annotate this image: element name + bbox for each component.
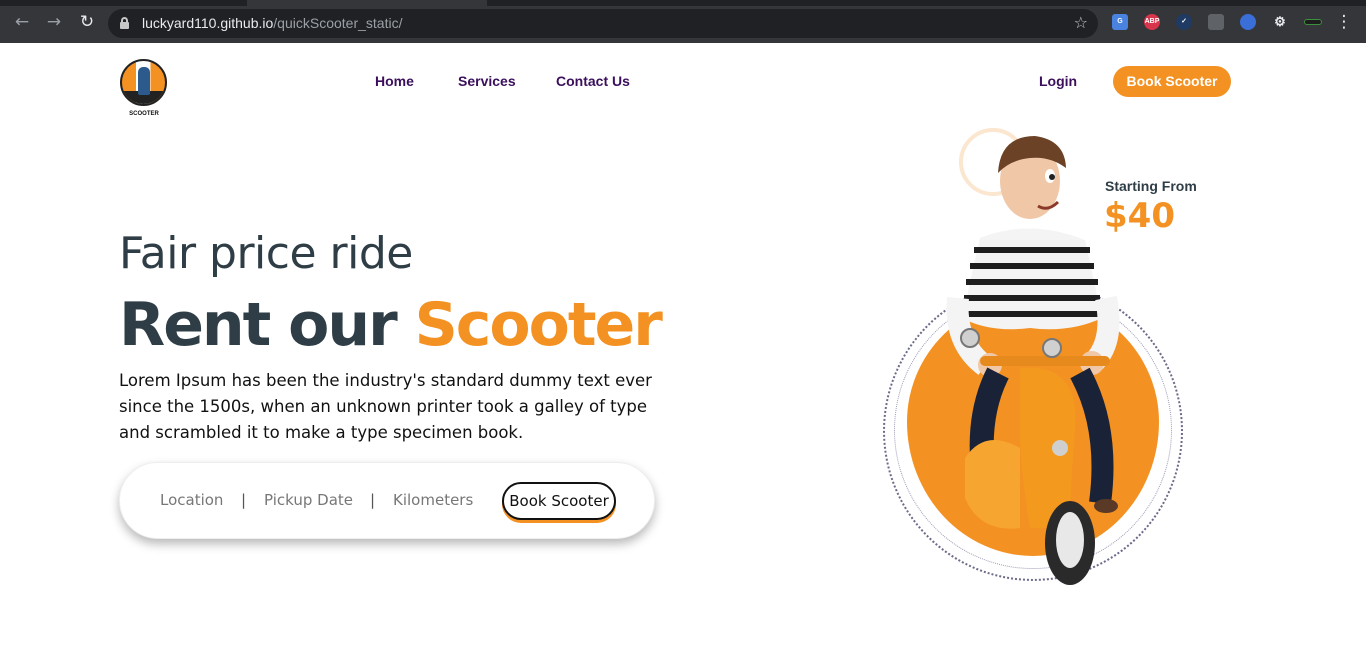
google-translate-icon[interactable]: G <box>1112 14 1128 30</box>
address-bar[interactable]: luckyard110.github.io/quickScooter_stati… <box>108 9 1098 38</box>
tab-strip <box>0 0 1366 6</box>
bookmark-star-icon[interactable]: ☆ <box>1074 13 1088 32</box>
book-scooter-button[interactable]: Book Scooter <box>1113 66 1231 97</box>
login-link[interactable]: Login <box>1039 73 1077 89</box>
adblock-plus-icon[interactable]: ABP <box>1144 14 1160 30</box>
starting-from-label: Starting From <box>1105 178 1197 194</box>
back-icon[interactable]: ← <box>12 12 32 32</box>
lock-icon[interactable] <box>120 17 129 29</box>
landing-page: SCOOTER Home Services Contact Us Login B… <box>0 43 1366 671</box>
bar-book-scooter-button[interactable]: Book Scooter <box>502 482 616 520</box>
forward-icon[interactable]: → <box>44 12 64 32</box>
site-logo[interactable]: SCOOTER <box>119 59 169 123</box>
pickup-date-field[interactable]: Pickup Date <box>264 491 353 509</box>
url-host: luckyard110.github.io <box>142 15 274 31</box>
kilometers-field[interactable]: Kilometers <box>393 491 473 509</box>
hero-description: Lorem Ipsum has been the industry's stan… <box>119 371 652 442</box>
scooter-icon <box>138 67 150 95</box>
checkmark-extension-icon[interactable]: ✓ <box>1176 14 1192 30</box>
url-path: /quickScooter_static/ <box>273 15 403 31</box>
price-value: $40 <box>1104 196 1175 236</box>
reload-icon[interactable]: ↻ <box>77 12 97 32</box>
battery-extension-icon[interactable] <box>1304 19 1322 25</box>
separator: | <box>370 491 376 509</box>
browser-menu-icon[interactable]: ⋮ <box>1334 12 1354 32</box>
nav-services[interactable]: Services <box>458 73 516 89</box>
puzzle-extension-icon[interactable] <box>1208 14 1224 30</box>
separator: | <box>241 491 247 509</box>
active-tab[interactable] <box>247 0 487 6</box>
hero-title-accent: Scooter <box>414 290 663 360</box>
booking-bar: Location | Pickup Date | Kilometers Book… <box>119 462 655 539</box>
scooter-rider-image <box>946 136 1120 585</box>
url-text[interactable]: luckyard110.github.io/quickScooter_stati… <box>142 15 402 31</box>
hero-title-prefix: Rent our <box>119 290 415 360</box>
logo-caption: SCOOTER <box>129 111 159 117</box>
nav-home[interactable]: Home <box>375 73 414 89</box>
location-field[interactable]: Location <box>160 491 223 509</box>
hero-subtitle: Fair price ride <box>119 228 413 279</box>
hero-title: Rent our Scooter <box>119 290 663 360</box>
extensions-puzzle-icon[interactable]: ⚙ <box>1272 14 1288 30</box>
nav-contact-us[interactable]: Contact Us <box>556 73 630 89</box>
hero-illustration: Starting From $40 <box>870 128 1230 598</box>
browser-toolbar: ← → ↻ luckyard110.github.io/quickScooter… <box>0 0 1366 43</box>
globe-extension-icon[interactable] <box>1240 14 1256 30</box>
logo-badge <box>120 59 167 106</box>
